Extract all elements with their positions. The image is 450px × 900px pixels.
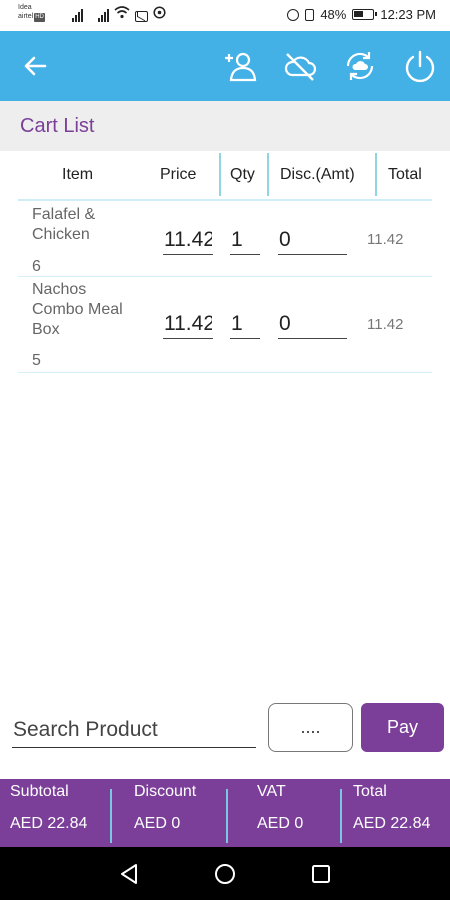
price-input[interactable] bbox=[163, 309, 213, 339]
system-nav-bar bbox=[0, 847, 450, 900]
cart-table: Item Price Qty Disc.(Amt) Total Falafel … bbox=[18, 151, 432, 373]
discount-value: AED 0 bbox=[134, 815, 181, 832]
battery-icon bbox=[352, 9, 378, 20]
battery-percent: 48% bbox=[320, 7, 347, 22]
column-item: Item bbox=[62, 166, 94, 183]
column-total: Total bbox=[388, 166, 422, 183]
whatsapp-icon bbox=[153, 6, 166, 22]
item-name-line: Nachos bbox=[32, 281, 87, 298]
status-right: 48% 12:23 PM bbox=[287, 7, 436, 22]
app-bar bbox=[0, 31, 450, 101]
page-title: Cart List bbox=[20, 115, 95, 137]
item-total: 11.42 bbox=[367, 231, 404, 248]
price-input[interactable] bbox=[163, 225, 213, 255]
nav-home-button[interactable] bbox=[211, 860, 239, 888]
signal-2-icon bbox=[98, 9, 109, 22]
vat-section: VAT AED 0 bbox=[228, 779, 340, 847]
nav-recents-icon bbox=[312, 865, 330, 883]
item-name-line: Chicken bbox=[32, 226, 90, 243]
column-discount: Disc.(Amt) bbox=[280, 166, 355, 183]
subtotal-label: Subtotal bbox=[10, 783, 69, 800]
carrier-info: Idea airtel HD bbox=[18, 3, 45, 22]
signal-icon bbox=[72, 9, 83, 22]
vibrate-icon bbox=[305, 8, 315, 21]
vat-value: AED 0 bbox=[257, 815, 304, 832]
vat-label: VAT bbox=[257, 783, 286, 800]
table-row: Falafel & Chicken 6 11.42 bbox=[18, 201, 432, 277]
back-button[interactable] bbox=[16, 47, 54, 85]
sync-button[interactable] bbox=[341, 47, 379, 85]
status-indicators bbox=[72, 6, 166, 22]
hd-badge: HD bbox=[34, 13, 45, 22]
column-divider bbox=[267, 153, 269, 196]
item-name-line: Box bbox=[32, 321, 60, 338]
alarm-icon bbox=[287, 8, 300, 21]
item-total: 11.42 bbox=[367, 316, 404, 333]
item-code: 6 bbox=[32, 258, 41, 275]
pay-button[interactable]: Pay bbox=[361, 703, 444, 752]
clock: 12:23 PM bbox=[380, 7, 436, 22]
discount-label: Discount bbox=[134, 783, 197, 800]
item-code: 5 bbox=[32, 352, 41, 369]
total-section: Total AED 22.84 bbox=[342, 779, 450, 847]
wifi-icon bbox=[114, 6, 130, 22]
column-divider bbox=[375, 153, 377, 196]
nav-back-button[interactable] bbox=[115, 860, 143, 888]
qty-input[interactable] bbox=[230, 309, 260, 339]
subtotal-value: AED 22.84 bbox=[10, 815, 88, 832]
discount-input[interactable] bbox=[278, 225, 347, 255]
item-name-line: Combo Meal bbox=[32, 301, 123, 318]
nav-home-icon bbox=[215, 864, 235, 884]
item-name: Nachos Combo Meal Box bbox=[32, 280, 123, 340]
power-icon bbox=[405, 50, 435, 83]
status-bar: Idea airtel HD 48% 12:23 PM bbox=[0, 0, 450, 31]
carrier-2: airtel bbox=[18, 13, 34, 20]
more-options-button[interactable]: .... bbox=[268, 703, 353, 752]
order-summary-bar: Subtotal AED 22.84 Discount AED 0 VAT AE… bbox=[0, 779, 450, 847]
item-name: Falafel & Chicken bbox=[32, 205, 95, 245]
table-header: Item Price Qty Disc.(Amt) Total bbox=[18, 151, 432, 201]
add-customer-icon bbox=[225, 52, 257, 82]
discount-input[interactable] bbox=[278, 309, 347, 339]
subtotal-section: Subtotal AED 22.84 bbox=[0, 779, 110, 847]
column-price: Price bbox=[160, 166, 197, 183]
carrier-1: Idea bbox=[18, 4, 32, 11]
back-arrow-icon bbox=[24, 56, 47, 76]
discount-section: Discount AED 0 bbox=[112, 779, 226, 847]
sync-icon bbox=[346, 52, 374, 80]
nav-back-icon bbox=[121, 864, 137, 884]
offline-button[interactable] bbox=[281, 47, 319, 85]
mail-icon bbox=[135, 11, 148, 22]
total-label: Total bbox=[353, 783, 387, 800]
total-value: AED 22.84 bbox=[353, 815, 431, 832]
add-customer-button[interactable] bbox=[222, 47, 260, 85]
nav-recents-button[interactable] bbox=[307, 860, 335, 888]
cart-list-header: Cart List bbox=[0, 101, 450, 151]
column-qty: Qty bbox=[230, 166, 255, 183]
item-name-line: Falafel & bbox=[32, 206, 96, 223]
search-product-input[interactable] bbox=[12, 712, 256, 748]
cloud-off-icon bbox=[284, 53, 317, 81]
qty-input[interactable] bbox=[230, 225, 260, 255]
power-button[interactable] bbox=[401, 47, 439, 85]
table-row: Nachos Combo Meal Box 5 11.42 bbox=[18, 277, 432, 373]
column-divider bbox=[219, 153, 221, 196]
